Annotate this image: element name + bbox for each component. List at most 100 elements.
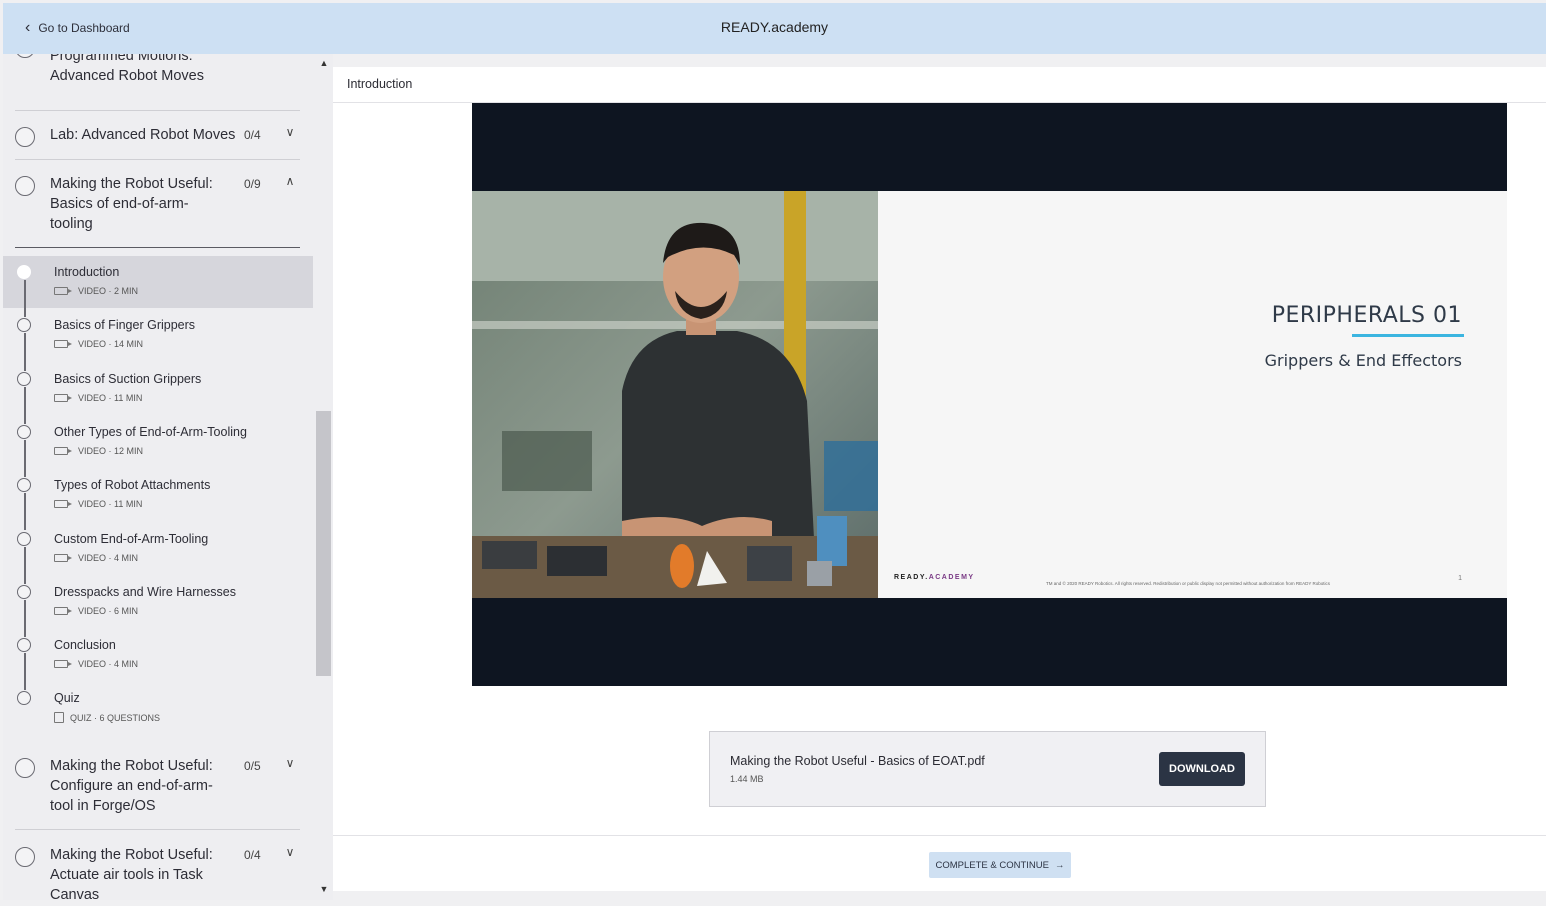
video-camera-icon (54, 340, 72, 349)
lesson-meta: VIDEO · 12 MIN (54, 446, 143, 456)
module-title: Programmed Motions: Advanced Robot Moves (50, 54, 204, 84)
lesson-meta: VIDEO · 2 MIN (54, 286, 138, 296)
lesson-meta: VIDEO · 4 MIN (54, 553, 138, 563)
lesson-meta-text: VIDEO · 6 MIN (78, 605, 139, 616)
lesson-meta-text: VIDEO · 4 MIN (78, 659, 139, 670)
progress-circle-icon (17, 691, 31, 706)
presentation-slide: PERIPHERALS 01 Grippers & End Effectors … (878, 191, 1507, 598)
lesson-meta-text: QUIZ · 6 QUESTIONS (70, 712, 161, 723)
video-camera-icon (54, 446, 72, 455)
video-camera-icon (54, 606, 72, 615)
progress-circle-icon (15, 758, 35, 778)
lesson-meta: VIDEO · 6 MIN (54, 606, 138, 616)
chevron-down-icon[interactable]: ∨ (283, 845, 297, 859)
chevron-down-icon[interactable]: ∨ (283, 756, 297, 770)
module-progress-count: 0/4 (244, 128, 261, 142)
lesson-meta-text: VIDEO · 2 MIN (78, 286, 139, 296)
lesson-meta: VIDEO · 11 MIN (54, 499, 142, 509)
complete-and-continue-label: COMPLETE & CONTINUE (935, 859, 1050, 871)
progress-circle-icon (17, 531, 31, 546)
video-player[interactable]: PERIPHERALS 01 Grippers & End Effectors … (472, 103, 1507, 686)
lesson-item[interactable]: Other Types of End-of-Arm-Tooling VIDEO ·… (3, 416, 313, 468)
course-sidebar[interactable]: Programmed Motions: Advanced Robot Moves… (3, 54, 333, 900)
lesson-item[interactable]: Custom End-of-Arm-Tooling VIDEO · 4 MIN (3, 523, 313, 575)
progress-circle-icon (15, 176, 35, 196)
progress-circle-icon (15, 54, 35, 58)
progress-circle-icon (15, 127, 35, 147)
lesson-meta: VIDEO · 4 MIN (54, 659, 138, 669)
progress-circle-icon (17, 638, 31, 653)
scroll-up-arrow-icon[interactable]: ▲ (315, 58, 333, 72)
lesson-meta-text: VIDEO · 14 MIN (78, 339, 144, 350)
module-divider (15, 247, 300, 248)
download-card: Making the Robot Useful - Basics of EOAT… (709, 731, 1266, 807)
download-button[interactable]: DOWNLOAD (1159, 752, 1245, 786)
lesson-title: Dresspacks and Wire Harnesses (54, 584, 237, 599)
progress-circle-icon (17, 318, 31, 333)
lesson-meta-text: VIDEO · 12 MIN (78, 445, 144, 456)
app-title: READY.academy (720, 19, 829, 35)
slide-page-number: 1 (1458, 575, 1462, 582)
lesson-content: Introduction PERIPHERALS 01 Grippers & E… (333, 67, 1546, 891)
slide-title-underline (1352, 334, 1464, 337)
slide-title: PERIPHERALS 01 (1271, 303, 1462, 328)
lesson-title: Types of Robot Attachments (54, 478, 211, 493)
progress-circle-icon (17, 478, 31, 493)
lesson-item[interactable]: Conclusion VIDEO · 4 MIN (3, 629, 313, 681)
lesson-title: Basics of Suction Grippers (54, 371, 202, 386)
module-divider (15, 110, 300, 111)
video-camera-icon (54, 553, 72, 562)
lesson-item[interactable]: Basics of Finger Grippers VIDEO · 14 MIN (3, 309, 313, 361)
chevron-up-icon[interactable]: ∧ (283, 174, 297, 188)
lesson-title: Introduction (347, 77, 413, 91)
sidebar-scroll-thumb[interactable] (316, 411, 331, 676)
module-title: Making the Robot Useful: Basics of end-o… (50, 176, 213, 232)
lesson-item[interactable]: Quiz QUIZ · 6 QUESTIONS (3, 682, 313, 734)
lesson-item[interactable]: Basics of Suction Grippers VIDEO · 11 MIN (3, 363, 313, 415)
lesson-meta-text: VIDEO · 11 MIN (78, 499, 143, 510)
module-title: Lab: Advanced Robot Moves (50, 127, 236, 143)
lesson-footer: COMPLETE & CONTINUE → (333, 835, 1546, 891)
lesson-item[interactable]: Dresspacks and Wire Harnesses VIDEO · 6 M… (3, 576, 313, 628)
lesson-title: Basics of Finger Grippers (54, 318, 196, 333)
progress-circle-icon (17, 371, 31, 386)
progress-circle-icon (17, 584, 31, 599)
module-title: Making the Robot Useful: Actuate air too… (50, 847, 213, 900)
module-programmed-motions[interactable]: Programmed Motions: Advanced Robot Moves (15, 54, 300, 94)
app-root: ‹ Go to Dashboard READY.academy Programm… (0, 0, 1546, 906)
arrow-right-icon: → (1055, 859, 1065, 871)
scroll-down-arrow-icon[interactable]: ▼ (315, 884, 333, 898)
complete-and-continue-button[interactable]: COMPLETE & CONTINUE → (929, 852, 1071, 878)
quiz-icon (54, 712, 64, 724)
lesson-title: Introduction (54, 265, 120, 279)
chevron-down-icon[interactable]: ∨ (283, 125, 297, 139)
module-progress-count: 0/5 (244, 759, 261, 773)
progress-circle-icon (17, 424, 31, 439)
module-divider (15, 829, 300, 830)
module-divider (15, 159, 300, 160)
presenter-video-image (472, 191, 878, 598)
video-frame: PERIPHERALS 01 Grippers & End Effectors … (472, 191, 1507, 598)
slide-subtitle: Grippers & End Effectors (1264, 351, 1462, 370)
module-title: Making the Robot Useful: Configure an en… (50, 758, 213, 814)
slide-footer-text: TM and © 2020 READY Robotics. All rights… (1046, 581, 1331, 586)
lesson-meta: VIDEO · 11 MIN (54, 393, 142, 403)
download-file-name: Making the Robot Useful - Basics of EOAT… (730, 754, 985, 768)
lesson-header: Introduction (333, 67, 1546, 103)
lesson-item[interactable]: Types of Robot Attachments VIDEO · 11 MIN (3, 469, 313, 521)
lesson-title: Quiz (54, 691, 80, 706)
lesson-item[interactable]: Introduction VIDEO · 2 MIN (3, 256, 313, 308)
video-camera-icon (54, 500, 72, 509)
logo-part-ready: READY. (894, 574, 929, 581)
ready-academy-logo: READY.ACADEMY (894, 574, 975, 581)
top-bar: ‹ Go to Dashboard READY.academy (3, 3, 1546, 54)
lesson-title: Other Types of End-of-Arm-Tooling (54, 424, 247, 439)
video-camera-icon (54, 393, 72, 402)
lesson-meta: QUIZ · 6 QUESTIONS (54, 712, 161, 724)
logo-part-academy: ACADEMY (928, 574, 975, 581)
progress-circle-icon (17, 265, 31, 279)
lesson-title: Conclusion (54, 638, 116, 653)
download-file-size: 1.44 MB (730, 774, 764, 784)
lesson-meta-text: VIDEO · 4 MIN (78, 552, 139, 563)
progress-circle-icon (15, 847, 35, 867)
